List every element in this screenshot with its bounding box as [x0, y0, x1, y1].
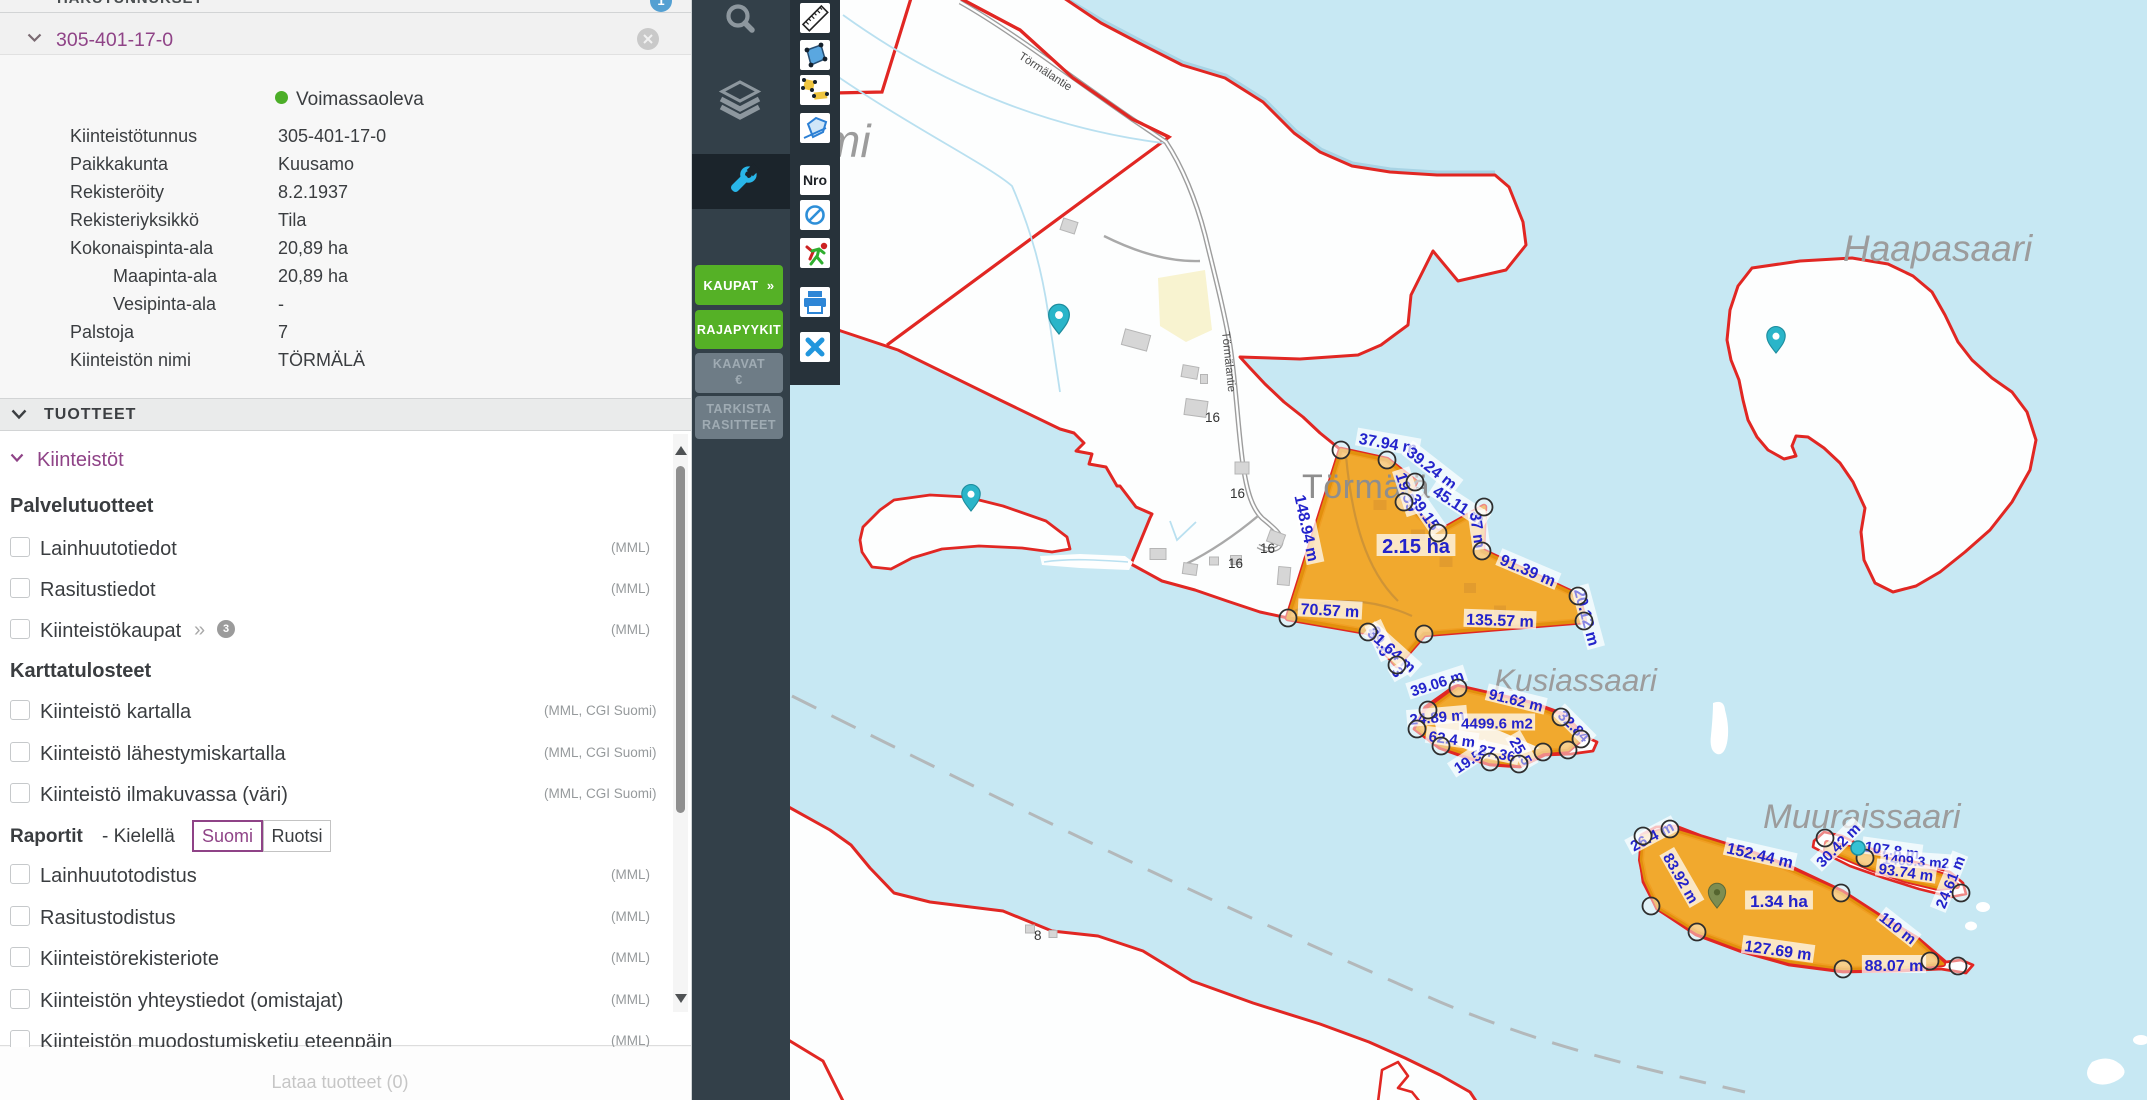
svg-text:4499.6 m2: 4499.6 m2: [1461, 715, 1533, 732]
svg-text:135.57 m: 135.57 m: [1466, 612, 1534, 631]
svg-text:16: 16: [1230, 486, 1245, 501]
svg-text:70.57 m: 70.57 m: [1300, 601, 1360, 621]
svg-text:16: 16: [1260, 541, 1275, 556]
svg-text:Haapasaari: Haapasaari: [1843, 228, 2034, 269]
svg-text:16: 16: [1205, 410, 1220, 425]
svg-text:1.34 ha: 1.34 ha: [1750, 892, 1808, 911]
svg-text:16: 16: [1228, 556, 1243, 571]
svg-text:88.07 m: 88.07 m: [1865, 958, 1924, 975]
svg-text:8: 8: [1034, 928, 1042, 943]
